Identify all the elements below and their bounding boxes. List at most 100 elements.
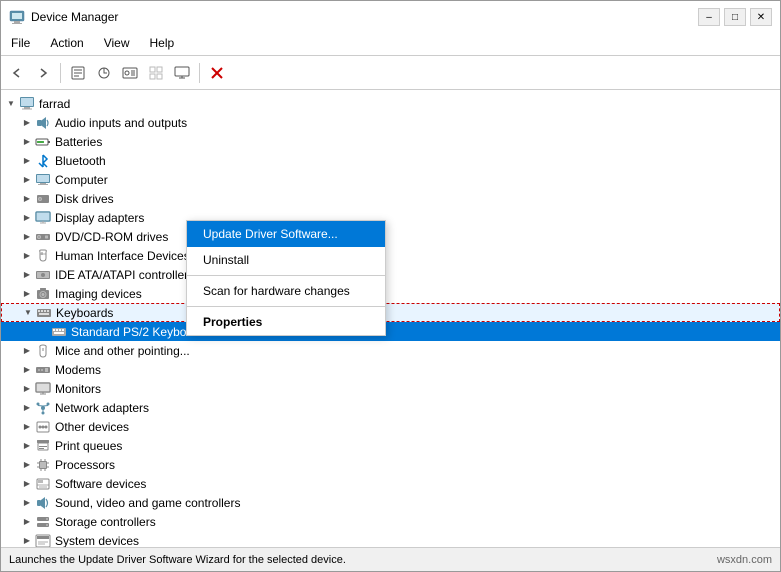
dvd-label: DVD/CD-ROM drives	[55, 230, 168, 244]
menu-file[interactable]: File	[1, 33, 40, 53]
tree-item-keyboards[interactable]: Keyboards	[1, 303, 780, 322]
system-label: System devices	[55, 534, 139, 548]
processors-expand[interactable]	[19, 457, 35, 473]
bluetooth-expand[interactable]	[19, 153, 35, 169]
tree-item-software[interactable]: Software devices	[1, 474, 780, 493]
update-driver-button[interactable]	[92, 61, 116, 85]
software-icon	[35, 476, 51, 492]
system-icon	[35, 533, 51, 548]
ide-label: IDE ATA/ATAPI controllers	[55, 268, 194, 282]
menu-view[interactable]: View	[94, 33, 140, 53]
tree-item-dvd[interactable]: DVD/CD-ROM drives	[1, 227, 780, 246]
computer-expand[interactable]	[19, 172, 35, 188]
toolbar-sep-1	[60, 63, 61, 83]
menu-help[interactable]: Help	[140, 33, 185, 53]
tree-item-system[interactable]: System devices	[1, 531, 780, 547]
monitor-button[interactable]	[170, 61, 194, 85]
forward-button[interactable]	[31, 61, 55, 85]
sound-expand[interactable]	[19, 495, 35, 511]
tree-item-monitors[interactable]: Monitors	[1, 379, 780, 398]
print-expand[interactable]	[19, 438, 35, 454]
ide-expand[interactable]	[19, 267, 35, 283]
properties-button[interactable]	[66, 61, 90, 85]
tree-item-computer[interactable]: Computer	[1, 170, 780, 189]
display-expand[interactable]	[19, 210, 35, 226]
tree-item-sound[interactable]: Sound, video and game controllers	[1, 493, 780, 512]
tree-item-display[interactable]: Display adapters	[1, 208, 780, 227]
tree-item-ps2-keyboard[interactable]: Standard PS/2 Keyboard	[1, 322, 780, 341]
tree-item-imaging[interactable]: Imaging devices	[1, 284, 780, 303]
storage-icon	[35, 514, 51, 530]
hid-icon	[35, 248, 51, 264]
tree-item-hid[interactable]: Human Interface Devices	[1, 246, 780, 265]
back-icon	[9, 65, 25, 81]
update-driver-label: Update Driver Software...	[203, 227, 338, 241]
properties-label: Properties	[203, 315, 262, 329]
menu-action[interactable]: Action	[40, 33, 93, 53]
tree-item-ide[interactable]: IDE ATA/ATAPI controllers	[1, 265, 780, 284]
dvd-expand[interactable]	[19, 229, 35, 245]
print-label: Print queues	[55, 439, 122, 453]
disk-expand[interactable]	[19, 191, 35, 207]
tree-item-other[interactable]: Other devices	[1, 417, 780, 436]
batteries-label: Batteries	[55, 135, 102, 149]
storage-expand[interactable]	[19, 514, 35, 530]
toolbar-sep-2	[199, 63, 200, 83]
bluetooth-label: Bluetooth	[55, 154, 106, 168]
context-menu-properties[interactable]: Properties	[187, 309, 385, 335]
tree-item-modems[interactable]: Modems	[1, 360, 780, 379]
maximize-button[interactable]: □	[724, 8, 746, 26]
bluetooth-icon	[35, 153, 51, 169]
processor-icon	[35, 457, 51, 473]
mice-label: Mice and other pointing...	[55, 344, 190, 358]
processors-label: Processors	[55, 458, 115, 472]
disk-icon	[35, 191, 51, 207]
show-hidden-button[interactable]	[144, 61, 168, 85]
tree-item-bluetooth[interactable]: Bluetooth	[1, 151, 780, 170]
battery-icon	[35, 134, 51, 150]
tree-item-network[interactable]: Network adapters	[1, 398, 780, 417]
tree-item-disk[interactable]: Disk drives	[1, 189, 780, 208]
ps2-keyboard-icon	[51, 324, 67, 340]
display-label: Display adapters	[55, 211, 144, 225]
other-expand[interactable]	[19, 419, 35, 435]
back-button[interactable]	[5, 61, 29, 85]
context-menu-update-driver[interactable]: Update Driver Software...	[187, 221, 385, 247]
keyboards-expand[interactable]	[20, 305, 36, 321]
scan-button[interactable]	[118, 61, 142, 85]
context-menu-uninstall[interactable]: Uninstall	[187, 247, 385, 273]
tree-item-print[interactable]: Print queues	[1, 436, 780, 455]
hid-expand[interactable]	[19, 248, 35, 264]
context-menu-scan[interactable]: Scan for hardware changes	[187, 278, 385, 304]
audio-expand[interactable]	[19, 115, 35, 131]
mice-expand[interactable]	[19, 343, 35, 359]
batteries-expand[interactable]	[19, 134, 35, 150]
tree-root[interactable]: farrad	[1, 94, 780, 113]
window-title: Device Manager	[31, 10, 118, 24]
network-expand[interactable]	[19, 400, 35, 416]
tree-item-batteries[interactable]: Batteries	[1, 132, 780, 151]
monitor-icon	[174, 65, 190, 81]
device-manager-icon	[9, 9, 25, 25]
ide-icon	[35, 267, 51, 283]
computer-label: Computer	[55, 173, 108, 187]
tree-item-storage[interactable]: Storage controllers	[1, 512, 780, 531]
remove-button[interactable]	[205, 61, 229, 85]
system-expand[interactable]	[19, 533, 35, 548]
imaging-expand[interactable]	[19, 286, 35, 302]
tree-item-processors[interactable]: Processors	[1, 455, 780, 474]
root-expand[interactable]	[3, 96, 19, 112]
software-expand[interactable]	[19, 476, 35, 492]
sound-icon	[35, 495, 51, 511]
modems-expand[interactable]	[19, 362, 35, 378]
close-button[interactable]: ✕	[750, 8, 772, 26]
monitors-expand[interactable]	[19, 381, 35, 397]
tree-item-mice[interactable]: Mice and other pointing...	[1, 341, 780, 360]
minimize-button[interactable]: –	[698, 8, 720, 26]
device-manager-window: Device Manager – □ ✕ File Action View He…	[0, 0, 781, 572]
status-bar: Launches the Update Driver Software Wiza…	[1, 547, 780, 571]
menu-bar: File Action View Help	[1, 31, 780, 56]
tree-item-audio[interactable]: Audio inputs and outputs	[1, 113, 780, 132]
keyboards-icon	[36, 305, 52, 321]
tree-view[interactable]: farrad Audio inputs and outputs	[1, 90, 780, 547]
